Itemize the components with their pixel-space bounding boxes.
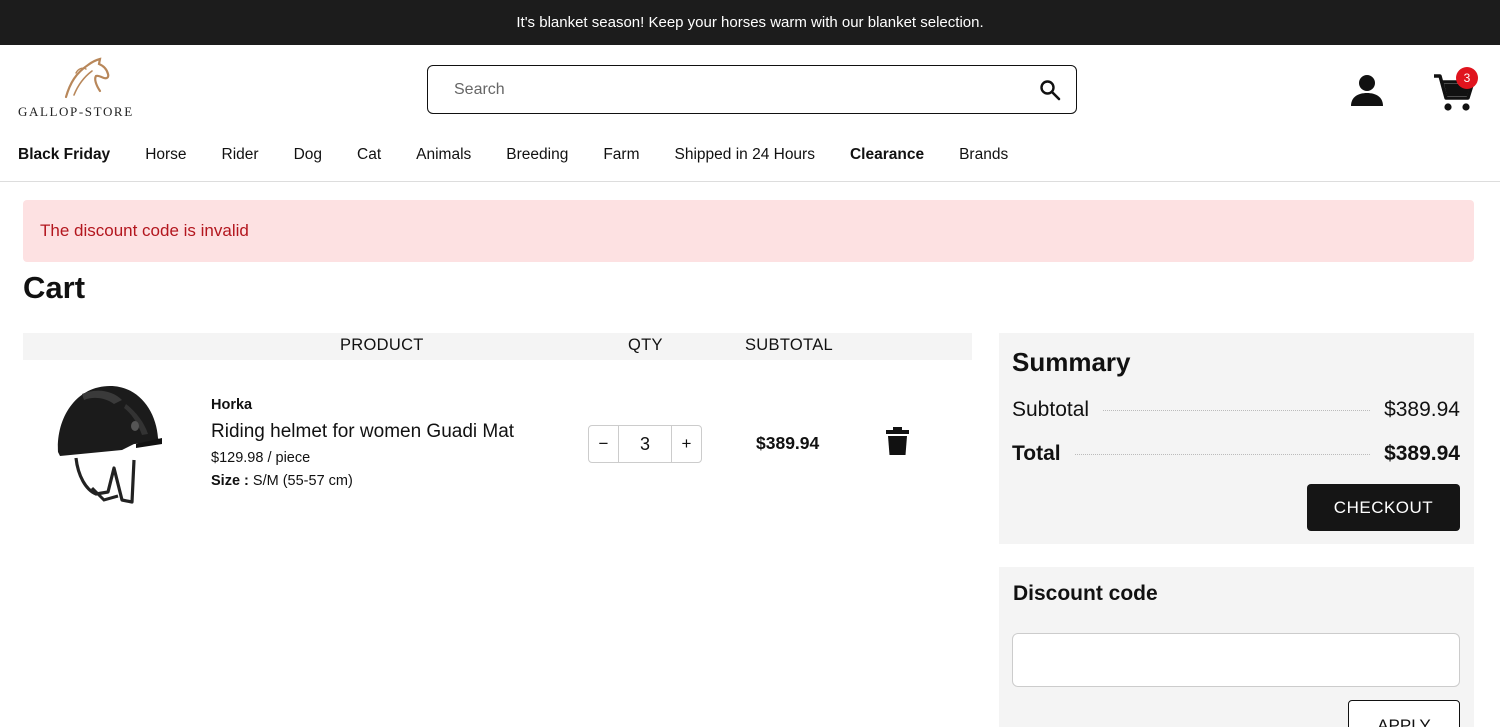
logo[interactable]: GALLOP-STORE <box>18 57 163 123</box>
summary-total-row: Total $389.94 <box>1012 440 1460 468</box>
total-value: $389.94 <box>1384 442 1460 465</box>
site-header: GALLOP-STORE 3 <box>0 45 1500 135</box>
nav-item-clearance[interactable]: Clearance <box>850 146 924 168</box>
cart-count-badge: 3 <box>1456 67 1478 89</box>
announcement-bar: It's blanket season! Keep your horses wa… <box>0 0 1500 45</box>
nav-item-dog[interactable]: Dog <box>294 146 322 168</box>
nav-item-horse[interactable]: Horse <box>145 146 186 168</box>
size-label: Size : <box>211 473 249 489</box>
riding-helmet-image[interactable] <box>52 380 164 508</box>
apply-discount-button[interactable]: APPLY <box>1348 700 1460 727</box>
cart-table-header: PRODUCT QTY SUBTOTAL <box>23 333 972 360</box>
nav-item-rider[interactable]: Rider <box>222 146 259 168</box>
nav-item-cat[interactable]: Cat <box>357 146 381 168</box>
line-subtotal: $389.94 <box>756 433 820 453</box>
search-bar <box>427 65 1077 114</box>
error-alert: The discount code is invalid <box>23 200 1474 262</box>
total-label: Total <box>1012 442 1061 465</box>
quantity-input[interactable] <box>619 425 671 463</box>
trash-icon[interactable] <box>886 427 909 455</box>
subtotal-value: $389.94 <box>1384 398 1460 421</box>
increase-qty-button[interactable]: + <box>671 425 702 463</box>
discount-code-input[interactable] <box>1012 633 1460 687</box>
checkout-button[interactable]: CHECKOUT <box>1307 484 1460 531</box>
horse-logo-icon <box>64 57 110 99</box>
decrease-qty-button[interactable]: − <box>588 425 619 463</box>
summary-title: Summary <box>1012 347 1131 377</box>
header-qty: QTY <box>628 336 663 354</box>
nav-item-animals[interactable]: Animals <box>416 146 471 168</box>
search-input[interactable] <box>440 74 1020 105</box>
logo-text: GALLOP-STORE <box>18 104 134 119</box>
header-product: PRODUCT <box>340 336 424 354</box>
product-name-link[interactable]: Riding helmet for women Guadi Mat <box>211 421 514 443</box>
product-brand: Horka <box>211 397 253 413</box>
nav-item-shipped-24h[interactable]: Shipped in 24 Hours <box>675 146 815 168</box>
announcement-text: It's blanket season! Keep your horses wa… <box>516 14 984 31</box>
nav-item-farm[interactable]: Farm <box>603 146 639 168</box>
nav-item-brands[interactable]: Brands <box>959 146 1008 168</box>
subtotal-label: Subtotal <box>1012 398 1090 421</box>
header-subtotal: SUBTOTAL <box>745 336 833 354</box>
search-icon[interactable] <box>1038 78 1062 102</box>
summary-subtotal-row: Subtotal $389.94 <box>1012 396 1460 424</box>
summary-panel: Summary Subtotal $389.94 Total $389.94 C… <box>999 333 1474 544</box>
quantity-stepper: − + <box>588 425 702 463</box>
nav-item-breeding[interactable]: Breeding <box>506 146 568 168</box>
nav-item-black-friday[interactable]: Black Friday <box>18 146 110 168</box>
page-title: Cart <box>23 270 86 305</box>
main-nav: Black Friday Horse Rider Dog Cat Animals… <box>18 146 1043 168</box>
size-value: S/M (55-57 cm) <box>252 473 353 489</box>
nav-divider <box>0 181 1500 182</box>
unit-price: $129.98 / piece <box>211 450 311 466</box>
product-size: Size : S/M (55-57 cm) <box>211 473 353 489</box>
account-icon[interactable] <box>1348 72 1386 110</box>
discount-panel: Discount code APPLY <box>999 567 1474 727</box>
alert-message: The discount code is invalid <box>40 221 249 240</box>
dotted-leader <box>1103 409 1371 411</box>
dotted-leader <box>1074 453 1371 455</box>
discount-title: Discount code <box>1013 582 1158 605</box>
